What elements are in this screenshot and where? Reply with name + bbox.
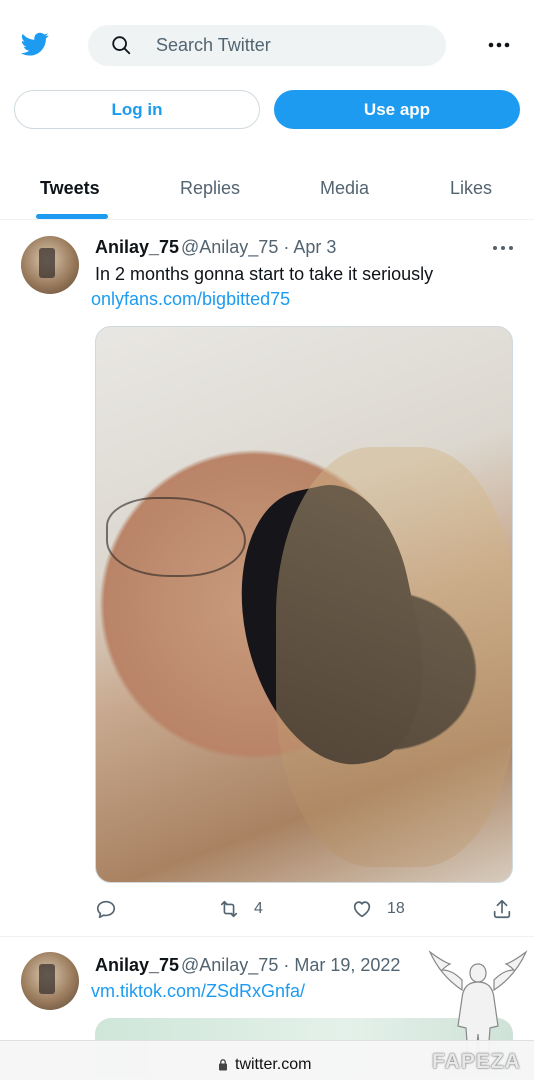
- more-icon[interactable]: [486, 35, 512, 55]
- reply-button[interactable]: [95, 897, 117, 921]
- photo-detail: [276, 447, 512, 867]
- tweet-handle-date[interactable]: @Anilay_75 · Mar 19, 2022: [181, 955, 400, 976]
- tab-tweets[interactable]: Tweets: [40, 178, 100, 199]
- tweet-actions: 4 18: [0, 897, 534, 923]
- search-bar[interactable]: Search Twitter: [88, 25, 446, 66]
- profile-tabs: Tweets Replies Media Likes: [0, 160, 534, 220]
- tweet-media-photo[interactable]: [95, 326, 513, 883]
- tab-likes[interactable]: Likes: [450, 178, 492, 199]
- photo-detail: [106, 497, 246, 577]
- retweet-button[interactable]: 4: [218, 897, 263, 921]
- tweet-handle-date[interactable]: @Anilay_75 · Apr 3: [181, 237, 336, 258]
- tweet-author-name[interactable]: Anilay_75: [95, 955, 179, 976]
- url-text[interactable]: twitter.com: [235, 1056, 311, 1074]
- share-button[interactable]: [491, 897, 513, 921]
- tweet-text: In 2 months gonna start to take it serio…: [95, 264, 434, 284]
- lock-icon: [219, 1059, 227, 1071]
- retweet-count: 4: [254, 900, 263, 917]
- tweet-author-name[interactable]: Anilay_75: [95, 237, 179, 258]
- login-button[interactable]: Log in: [14, 90, 260, 129]
- tweet-more-icon[interactable]: [491, 242, 515, 254]
- search-placeholder[interactable]: Search Twitter: [156, 35, 271, 56]
- search-icon: [112, 36, 131, 55]
- tweet[interactable]: Anilay_75 @Anilay_75 · Apr 3 In 2 months…: [0, 221, 534, 937]
- like-button[interactable]: 18: [351, 897, 405, 921]
- tab-replies[interactable]: Replies: [180, 178, 240, 199]
- watermark-text: FAPEZA: [432, 1050, 521, 1073]
- twitter-bird-icon[interactable]: [19, 30, 51, 58]
- tweet-link[interactable]: vm.tiktok.com/ZSdRxGnfa/: [91, 981, 305, 1002]
- active-tab-indicator: [36, 214, 108, 219]
- avatar[interactable]: [21, 952, 79, 1010]
- heart-icon: [353, 901, 371, 918]
- reply-icon: [96, 900, 116, 919]
- tab-media[interactable]: Media: [320, 178, 369, 199]
- top-bar: Search Twitter: [0, 0, 534, 86]
- avatar[interactable]: [21, 236, 79, 294]
- like-count: 18: [387, 900, 405, 917]
- share-icon: [493, 899, 511, 919]
- retweet-icon: [220, 900, 238, 918]
- use-app-button[interactable]: Use app: [274, 90, 520, 129]
- tweet-link[interactable]: onlyfans.com/bigbitted75: [91, 289, 290, 310]
